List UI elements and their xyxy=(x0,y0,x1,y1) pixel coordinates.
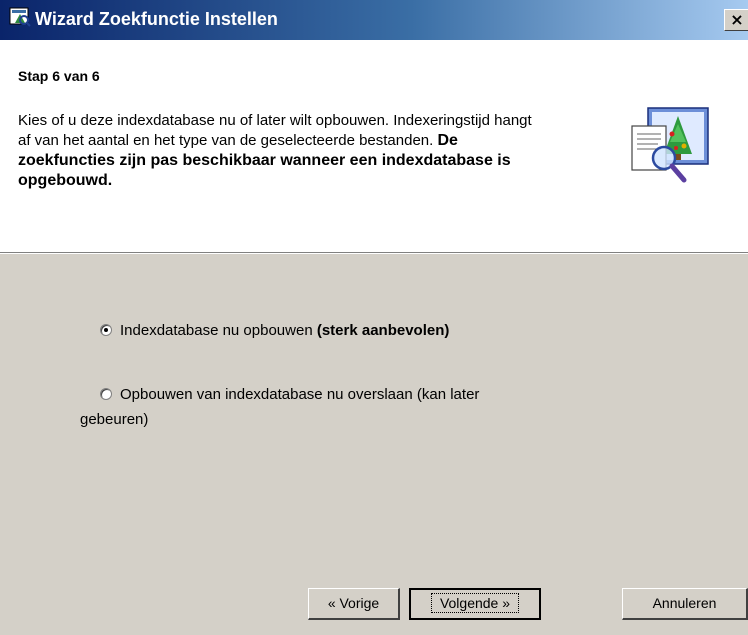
search-index-wizard-illustration xyxy=(631,107,709,183)
option-skip-label: Opbouwen van indexdatabase nu overslaan … xyxy=(120,386,480,403)
back-button[interactable]: « Vorige xyxy=(308,588,400,620)
option-build-now-recommended: (sterk aanbevolen) xyxy=(316,322,450,339)
option-skip-label-continued: gebeuren) xyxy=(80,411,149,428)
option-skip[interactable]: Opbouwen van indexdatabase nu overslaan … xyxy=(100,384,660,406)
next-button[interactable]: Volgende » xyxy=(409,588,541,620)
radio-skip[interactable] xyxy=(100,388,112,400)
close-button[interactable]: × xyxy=(724,9,748,31)
wizard-header: Stap 6 van 6 Kies of u deze indexdatabas… xyxy=(0,40,748,252)
wizard-content xyxy=(0,254,748,635)
window-title: Wizard Zoekfunctie Instellen xyxy=(35,9,278,29)
wizard-app-icon xyxy=(9,7,31,27)
next-button-label: Volgende » xyxy=(430,593,520,613)
option-build-now[interactable]: Indexdatabase nu opbouwen (sterk aanbevo… xyxy=(100,320,660,342)
step-description: Kies of u deze indexdatabase nu of later… xyxy=(18,111,538,191)
radio-build-now[interactable] xyxy=(100,324,112,336)
cancel-button[interactable]: Annuleren xyxy=(622,588,748,620)
option-build-now-label: Indexdatabase nu opbouwen xyxy=(120,322,313,339)
step-indicator: Stap 6 van 6 xyxy=(18,68,100,84)
title-bar: Wizard Zoekfunctie Instellen × xyxy=(0,0,748,40)
